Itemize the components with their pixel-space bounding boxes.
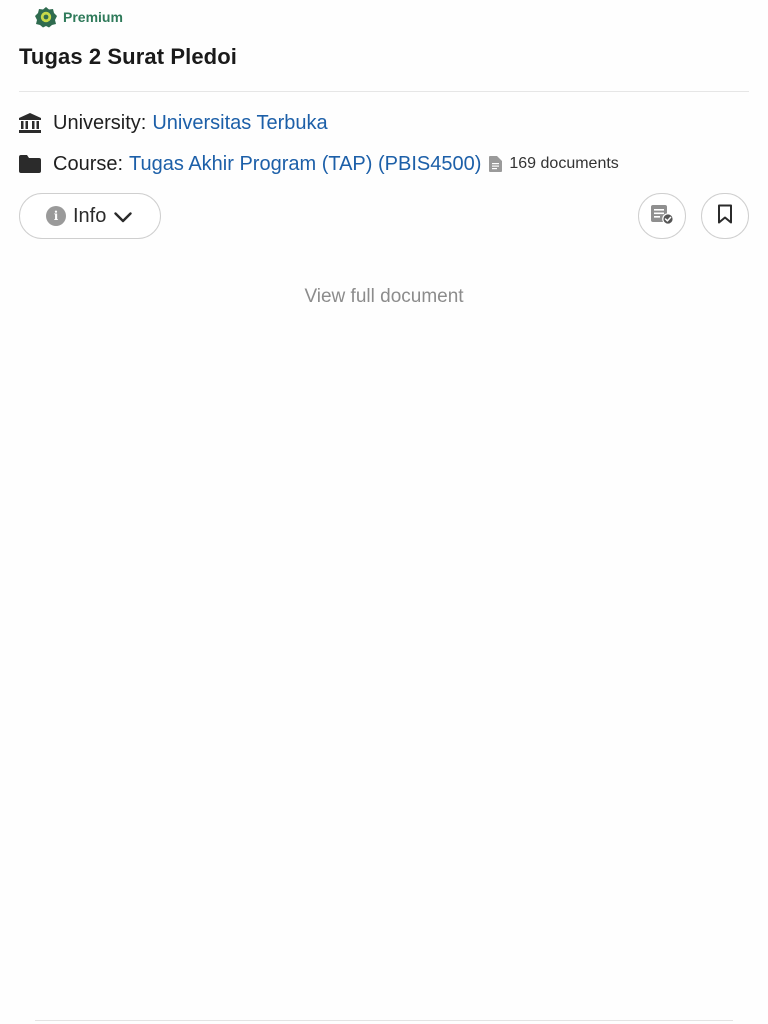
info-icon: i [46,206,66,226]
university-link[interactable]: Universitas Terbuka [152,112,327,135]
course-row: Course: Tugas Akhir Program (TAP) (PBIS4… [19,151,619,177]
document-check-icon [650,203,674,230]
premium-badge-icon [34,6,58,28]
page-title: Tugas 2 Surat Pledoi [19,44,237,69]
view-full-document-link[interactable]: View full document [0,286,768,308]
document-count-label: 169 documents [509,155,619,172]
folder-icon [19,153,45,175]
premium-badge: Premium [34,6,123,28]
document-page: Premium Tugas 2 Surat Pledoi University:… [0,0,768,1024]
course-key: Course: [53,152,124,175]
bookmark-icon [717,204,733,229]
premium-label: Premium [63,9,123,25]
document-summary-button[interactable] [638,193,686,239]
document-icon [489,156,503,172]
viewer-bottom-divider [35,1020,733,1021]
university-icon [19,112,45,134]
bookmark-button[interactable] [701,193,749,239]
chevron-down-icon [114,212,133,223]
info-label: Info [73,204,107,227]
document-count: 169 documents [489,155,619,173]
info-dropdown-button[interactable]: i Info [19,193,161,239]
university-key: University: [53,111,147,134]
course-link[interactable]: Tugas Akhir Program (TAP) (PBIS4500) [129,153,481,176]
title-divider [19,91,749,92]
university-row: University: Universitas Terbuka [19,110,328,136]
